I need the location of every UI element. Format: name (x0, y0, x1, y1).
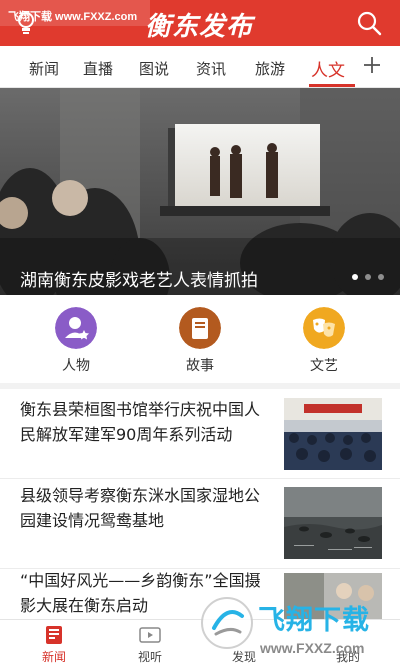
featured-banner[interactable]: 湖南衡东皮影戏老艺人表情抓拍 (0, 88, 400, 295)
nav-label: 视听 (137, 650, 162, 664)
nav-label: 新闻 (41, 650, 66, 664)
carousel-dot[interactable] (352, 274, 358, 280)
lightbulb-icon (18, 12, 34, 34)
app-screen: 飞翔下载 www.FXXZ.com 衡东发布 新闻 直播 图说 资讯 旅游 人文 (0, 0, 400, 667)
add-tab-icon[interactable] (362, 55, 382, 75)
tab-info[interactable]: 资讯 (196, 58, 226, 79)
video-icon (139, 627, 161, 643)
watermark-brand: 飞翔下载 (258, 605, 370, 636)
tab-photo[interactable]: 图说 (139, 58, 169, 79)
category-shortcuts: 人物 故事 文艺 (0, 295, 400, 385)
news-icon (46, 626, 62, 644)
app-header: 飞翔下载 www.FXXZ.com 衡东发布 (0, 0, 400, 46)
active-tab-indicator (309, 84, 355, 87)
watermark-overlay: 飞翔下载 www.FXXZ.com (196, 590, 400, 667)
category-label: 故事 (186, 358, 214, 374)
banner-image (0, 88, 400, 295)
app-title: 衡东发布 (145, 12, 254, 42)
carousel-dot[interactable] (378, 274, 384, 280)
tab-live[interactable]: 直播 (83, 58, 113, 79)
category-stories[interactable]: 故事 (165, 307, 235, 377)
category-people[interactable]: 人物 (41, 307, 111, 377)
category-label: 文艺 (310, 358, 338, 374)
banner-caption: 湖南衡东皮影戏老艺人表情抓拍 (20, 271, 258, 291)
news-title: 县级领导考察衡东洣水国家湿地公园建设情况鸳鸯基地 (20, 486, 261, 530)
tab-news[interactable]: 新闻 (29, 58, 59, 79)
news-item[interactable]: 县级领导考察衡东洣水国家湿地公园建设情况鸳鸯基地 (0, 479, 400, 569)
watermark-url: www.FXXZ.com (260, 640, 365, 656)
book-icon (179, 307, 221, 349)
tab-travel[interactable]: 旅游 (255, 58, 285, 79)
carousel-dot[interactable] (365, 274, 371, 280)
news-title: 衡东县荣桓图书馆举行庆祝中国人民解放军建军90周年系列活动 (20, 400, 261, 444)
carousel-indicator (352, 274, 392, 282)
category-arts[interactable]: 文艺 (289, 307, 359, 377)
news-thumbnail (284, 487, 382, 559)
nav-video[interactable]: 视听 (110, 620, 190, 667)
category-label: 人物 (62, 358, 90, 374)
search-icon[interactable] (355, 9, 383, 37)
watermark-logo-icon (201, 597, 253, 649)
category-tabs: 新闻 直播 图说 资讯 旅游 人文 (0, 46, 400, 88)
nav-news[interactable]: 新闻 (14, 620, 94, 667)
news-thumbnail (284, 398, 382, 470)
person-icon (55, 307, 97, 349)
tab-culture[interactable]: 人文 (311, 56, 345, 81)
news-item[interactable]: 衡东县荣桓图书馆举行庆祝中国人民解放军建军90周年系列活动 (0, 389, 400, 479)
mask-icon (303, 307, 345, 349)
